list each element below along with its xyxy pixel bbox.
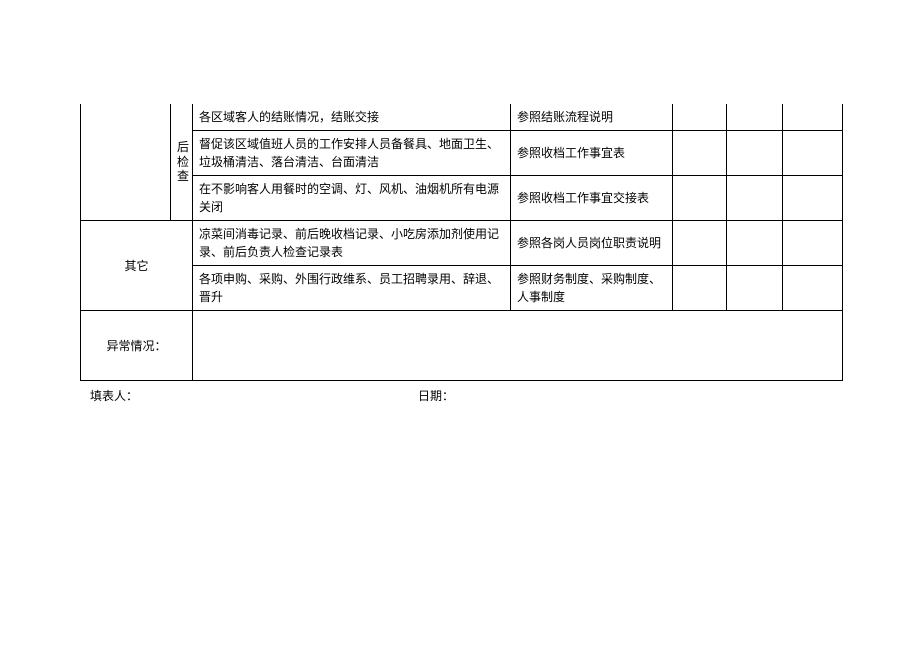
- table-row: 后 检 查 各区域客人的结账情况，结账交接 参照结账流程说明: [81, 104, 843, 131]
- check-cell[interactable]: [727, 266, 783, 311]
- exception-row: 异常情况：: [81, 311, 843, 381]
- table-row: 各项申购、采购、外围行政维系、员工招聘录用、辞退、晋升 参照财务制度、采购制度、…: [81, 266, 843, 311]
- check-cell[interactable]: [673, 131, 727, 176]
- ref-cell: 参照收档工作事宜交接表: [511, 176, 673, 221]
- check-cell[interactable]: [673, 221, 727, 266]
- check-cell[interactable]: [673, 104, 727, 131]
- ref-cell: 参照收档工作事宜表: [511, 131, 673, 176]
- stage-char: 后: [177, 140, 189, 154]
- exception-value-cell[interactable]: [193, 311, 843, 381]
- table-row: 督促该区域值班人员的工作安排人员备餐具、地面卫生、垃圾桶清洁、落台清洁、台面清洁…: [81, 131, 843, 176]
- ref-cell: 参照结账流程说明: [511, 104, 673, 131]
- ref-cell: 参照各岗人员岗位职责说明: [511, 221, 673, 266]
- check-cell[interactable]: [673, 176, 727, 221]
- check-cell[interactable]: [783, 176, 843, 221]
- check-cell[interactable]: [727, 131, 783, 176]
- check-cell[interactable]: [673, 266, 727, 311]
- task-cell: 各项申购、采购、外围行政维系、员工招聘录用、辞退、晋升: [193, 266, 511, 311]
- stage-char: 查: [177, 169, 189, 183]
- date-label: 日期：: [418, 387, 454, 404]
- check-cell[interactable]: [727, 176, 783, 221]
- task-cell: 在不影响客人用餐时的空调、灯、风机、油烟机所有电源关闭: [193, 176, 511, 221]
- check-cell[interactable]: [783, 266, 843, 311]
- cell-empty: [81, 131, 171, 176]
- check-cell[interactable]: [783, 104, 843, 131]
- check-cell[interactable]: [727, 104, 783, 131]
- check-cell[interactable]: [783, 131, 843, 176]
- filler-label: 填表人：: [90, 387, 418, 404]
- cell-empty: [81, 104, 171, 131]
- table-row: 其它 凉菜间消毒记录、前后晚收档记录、小吃房添加剂使用记录、前后负责人检查记录表…: [81, 221, 843, 266]
- task-cell: 凉菜间消毒记录、前后晚收档记录、小吃房添加剂使用记录、前后负责人检查记录表: [193, 221, 511, 266]
- other-label-cell: 其它: [81, 221, 193, 311]
- exception-label-cell: 异常情况：: [81, 311, 193, 381]
- task-cell: 各区域客人的结账情况，结账交接: [193, 104, 511, 131]
- check-cell[interactable]: [727, 221, 783, 266]
- footer-line: 填表人： 日期：: [80, 387, 843, 404]
- checklist-table: 后 检 查 各区域客人的结账情况，结账交接 参照结账流程说明 督促该区域值班人员…: [80, 104, 843, 381]
- cell-empty: [81, 176, 171, 221]
- ref-cell: 参照财务制度、采购制度、人事制度: [511, 266, 673, 311]
- table-row: 在不影响客人用餐时的空调、灯、风机、油烟机所有电源关闭 参照收档工作事宜交接表: [81, 176, 843, 221]
- check-cell[interactable]: [783, 221, 843, 266]
- stage-cell: 后 检 查: [171, 104, 193, 221]
- stage-char: 检: [177, 155, 189, 169]
- document-wrapper: 后 检 查 各区域客人的结账情况，结账交接 参照结账流程说明 督促该区域值班人员…: [0, 0, 920, 404]
- task-cell: 督促该区域值班人员的工作安排人员备餐具、地面卫生、垃圾桶清洁、落台清洁、台面清洁: [193, 131, 511, 176]
